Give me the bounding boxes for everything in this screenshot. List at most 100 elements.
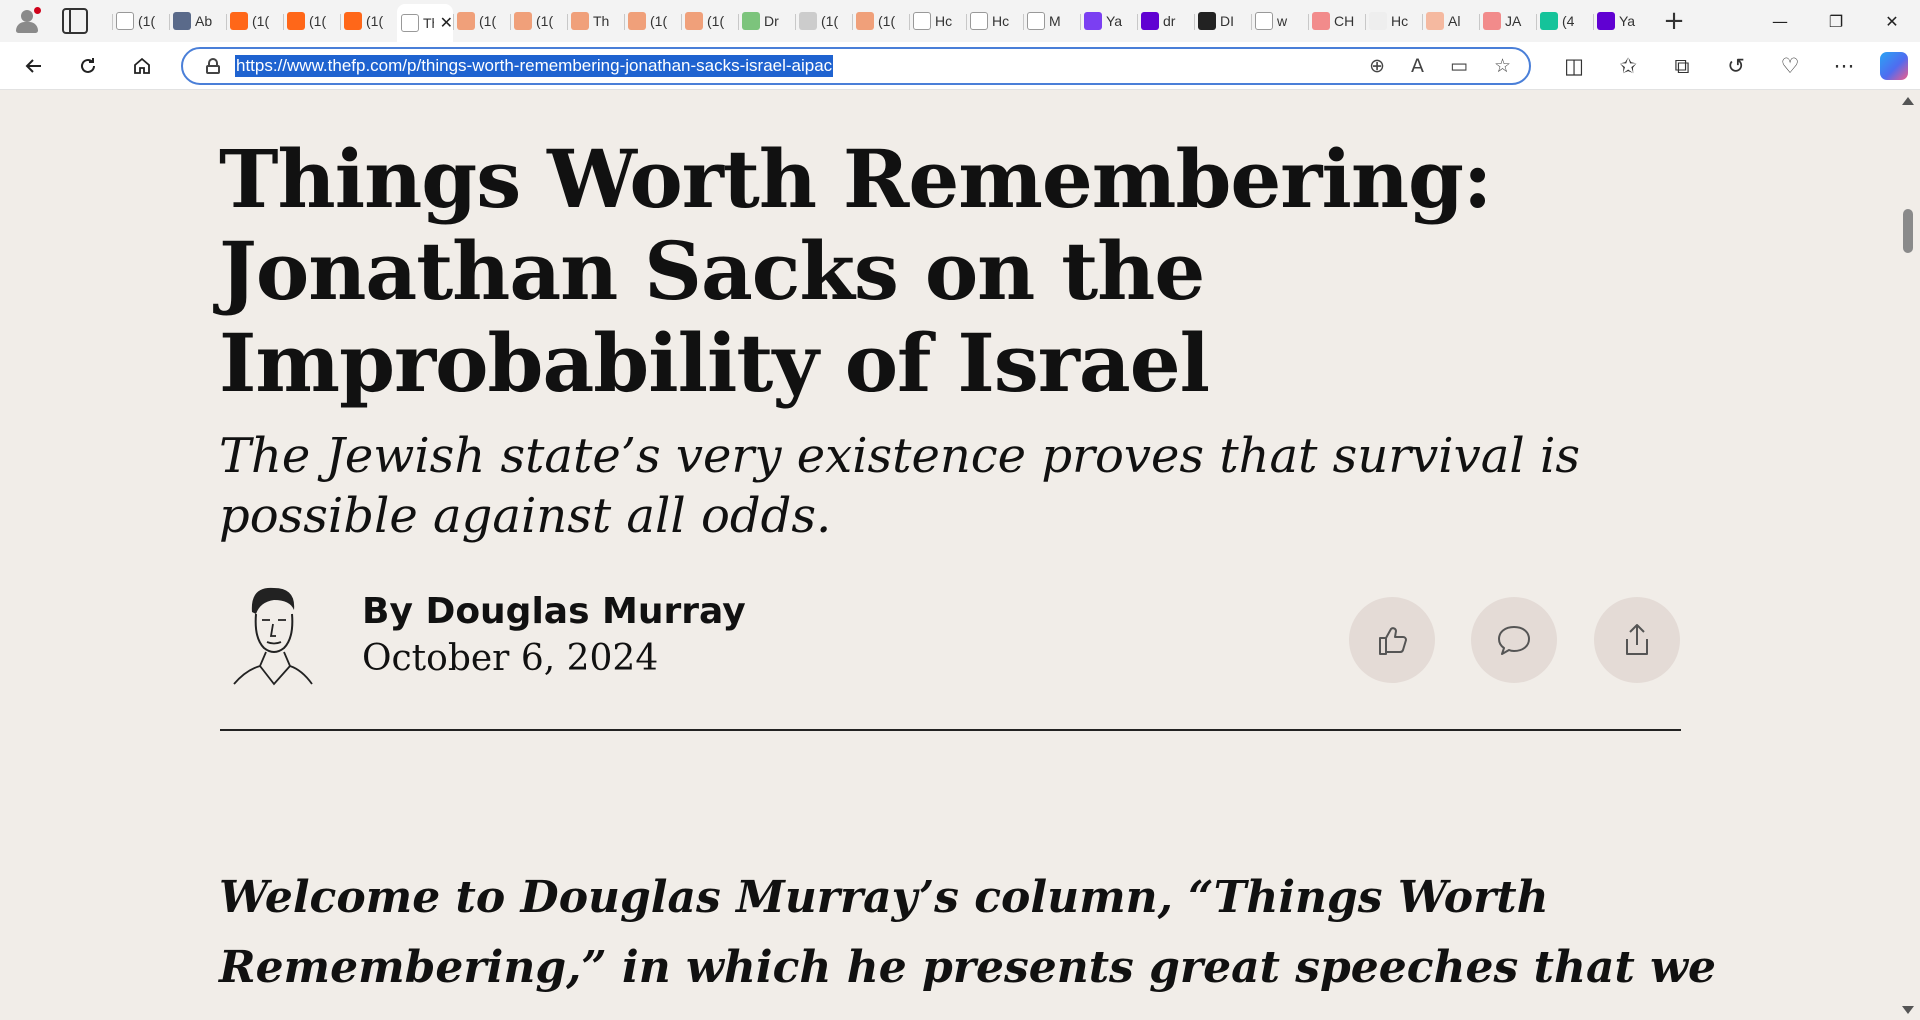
url-text[interactable]: https://www.thefp.com/p/things-worth-rem… [235,55,834,77]
read-aloud-icon[interactable]: A [1411,55,1424,77]
tab-label: DI [1220,13,1234,29]
tab[interactable]: (1( [681,4,738,38]
tab[interactable]: Hc [1365,4,1422,38]
tab-label: Ab [195,13,213,29]
tab-label: JA [1505,13,1522,29]
restore-button[interactable]: ❐ [1808,0,1864,42]
home-icon [134,57,150,74]
zoom-icon[interactable]: ⊕ [1369,55,1385,77]
refresh-button[interactable] [68,46,108,86]
like-button[interactable] [1349,597,1435,683]
tab-label: Ya [1619,13,1636,29]
tab[interactable]: (1( [510,4,567,38]
tab-label: CH [1334,13,1355,29]
tab[interactable]: JA [1479,4,1536,38]
fp-icon [401,14,419,32]
tab[interactable]: (4 [1536,4,1593,38]
immersive-reader-icon[interactable]: ▭ [1450,55,1468,77]
tab[interactable]: (1( [340,4,397,38]
tab-label: (1( [366,13,384,29]
author-byline[interactable]: By Douglas Murray [362,591,746,632]
tab-label: (1( [309,13,327,29]
bookmark-icon [514,12,532,30]
tab-label: Hc [992,13,1010,29]
close-window-button[interactable]: ✕ [1864,0,1920,42]
window-controls: — ❐ ✕ [1752,0,1920,42]
collections-icon[interactable]: ⧉ [1664,54,1700,79]
history-icon[interactable]: ↺ [1718,54,1754,78]
favorite-star-icon[interactable]: ☆ [1494,55,1511,77]
tab[interactable]: (1( [795,4,852,38]
substack-icon [287,12,305,30]
tab[interactable]: Ab [169,4,226,38]
tab-label: dr [1163,13,1176,29]
author-avatar[interactable] [230,580,314,688]
tab[interactable]: M [1023,4,1080,38]
bookmark-icon [856,12,874,30]
page-scrollbar[interactable] [1896,91,1920,1020]
tab-label: Hc [935,13,953,29]
tab-label: Th [593,13,610,29]
publish-date: October 6, 2024 [362,638,659,679]
tab[interactable]: (1( [226,4,283,38]
tab[interactable]: Hc [909,4,966,38]
back-arrow-icon [25,58,41,73]
tab[interactable]: Dr [738,4,795,38]
tab[interactable]: Ya [1080,4,1137,38]
comment-button[interactable] [1471,597,1557,683]
audio-icon [1255,12,1273,30]
tab[interactable]: (1( [624,4,681,38]
close-tab-icon[interactable]: ✕ [440,13,453,33]
tab[interactable]: dr [1137,4,1194,38]
bookmark-icon [457,12,475,30]
browser-toolbar: ◫ ✩ ⧉ ↺ ♡ ⋯ [1556,46,1908,86]
tab-label: (1( [252,13,270,29]
new-tab-button[interactable]: + [1656,6,1692,36]
tab-active[interactable]: Th ✕ [397,4,453,42]
tab[interactable]: Ya [1593,4,1650,38]
copilot-icon[interactable] [1880,52,1908,80]
substack-icon [230,12,248,30]
performance-icon[interactable]: ♡ [1772,54,1808,78]
refresh-icon [81,57,95,73]
dr-icon [1198,12,1216,30]
g-icon [1540,12,1558,30]
tab[interactable]: Th [567,4,624,38]
favorites-icon[interactable]: ✩ [1610,54,1646,78]
tab[interactable]: w [1251,4,1308,38]
scroll-down-arrow-icon[interactable] [1902,1006,1914,1014]
split-screen-icon[interactable]: ◫ [1556,54,1592,78]
yahoo-icon [1141,12,1159,30]
scroll-thumb[interactable] [1903,209,1913,253]
tab[interactable]: (1( [852,4,909,38]
tab-label: (1( [707,13,725,29]
minimize-button[interactable]: — [1752,0,1808,42]
article-page: Things Worth Remembering: Jonathan Sacks… [0,91,1896,1020]
more-menu-icon[interactable]: ⋯ [1826,54,1862,78]
tab[interactable]: (1( [112,4,169,38]
home-button[interactable] [122,46,162,86]
youtube-icon [1312,12,1330,30]
profile-icon[interactable] [12,6,42,36]
comment-icon [1498,626,1530,655]
back-button[interactable] [14,46,54,86]
address-bar-icons: ⊕ A ▭ ☆ [1369,49,1511,83]
navigation-bar: https://www.thefp.com/p/things-worth-rem… [0,42,1920,90]
tab-actions-icon[interactable] [62,8,88,34]
article-intro: Welcome to Douglas Murray’s column, “Thi… [219,872,1716,993]
share-button[interactable] [1594,597,1680,683]
youtube-icon [1483,12,1501,30]
lock-icon[interactable] [205,58,221,74]
tab[interactable]: (1( [453,4,510,38]
tab[interactable]: (1( [283,4,340,38]
address-bar[interactable]: https://www.thefp.com/p/things-worth-rem… [181,47,1531,85]
tab[interactable]: Al [1422,4,1479,38]
page-icon [970,12,988,30]
tab-label: Dr [764,13,779,29]
tab[interactable]: DI [1194,4,1251,38]
tab[interactable]: CH [1308,4,1365,38]
tab[interactable]: Hc [966,4,1023,38]
scroll-up-arrow-icon[interactable] [1902,97,1914,105]
tab-label: Ya [1106,13,1123,29]
substack-icon [344,12,362,30]
